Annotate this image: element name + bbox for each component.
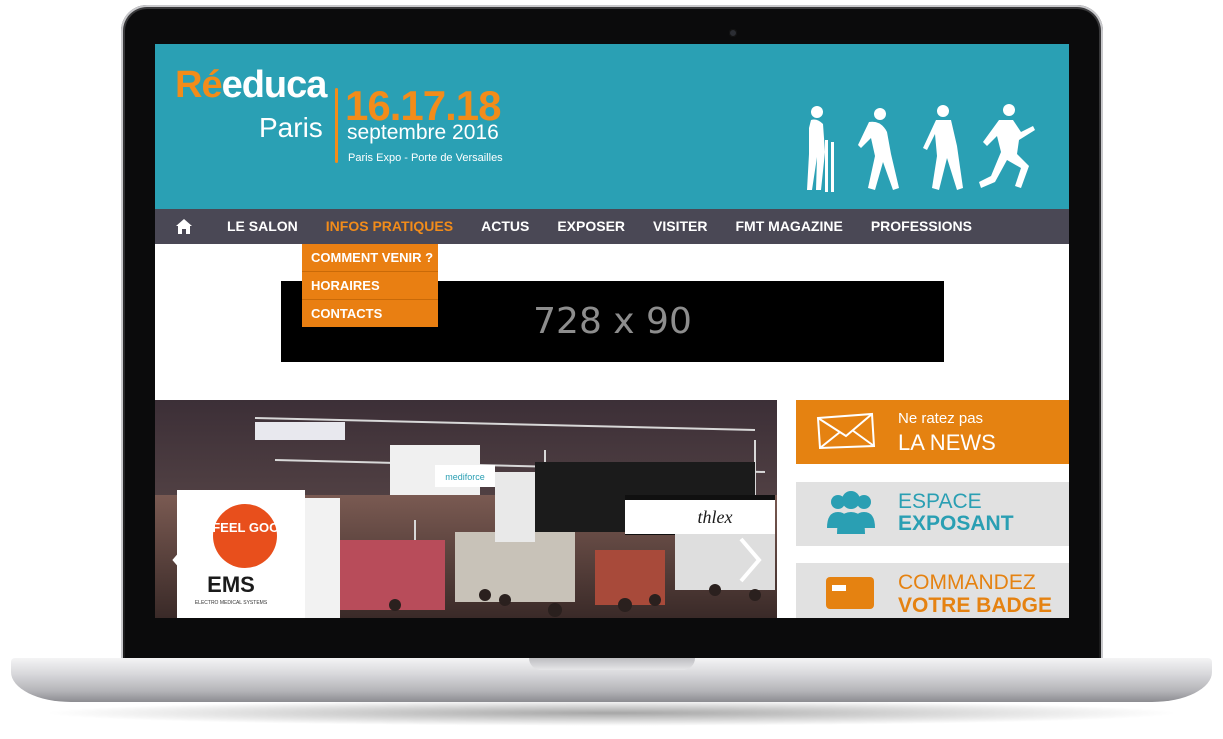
envelope-icon	[816, 412, 876, 450]
menu-item-contacts[interactable]: CONTACTS	[302, 300, 438, 327]
laptop-shadow	[40, 700, 1183, 726]
logo-wordmark: Réeduca	[175, 64, 327, 106]
camera-icon	[729, 29, 737, 37]
people-icon	[827, 491, 875, 534]
nav-fmt-magazine[interactable]: FMT MAGAZINE	[722, 209, 857, 244]
event-venue: Paris Expo - Porte de Versailles	[348, 152, 503, 164]
logo-divider	[335, 88, 338, 163]
slider-prev-icon[interactable]	[169, 535, 199, 585]
laptop-notch	[529, 658, 695, 670]
order-badge-line2: VOTRE BADGE	[898, 594, 1053, 617]
slider-sign-athlex: thlex	[698, 507, 733, 527]
image-slider[interactable]: “ I FEEL GOOD” EMS ELECTRO MEDICAL SYSTE…	[155, 400, 777, 618]
newsletter-subtitle: Ne ratez pas	[898, 410, 984, 427]
nav-professions[interactable]: PROFESSIONS	[857, 209, 986, 244]
slider-sign-feel-good: “ I FEEL GOOD”	[195, 520, 295, 535]
menu-item-comment-venir[interactable]: COMMENT VENIR ?	[302, 244, 438, 272]
menu-item-horaires[interactable]: HORAIRES	[302, 272, 438, 300]
site-header: Réeduca Paris 16.17.18 septembre 2016 Pa…	[155, 44, 1069, 209]
exhibitor-space-line1: ESPACE	[898, 490, 982, 513]
slider-sign-mediforce: mediforce	[445, 472, 485, 482]
badge-card-icon	[826, 577, 874, 609]
order-badge-panel[interactable]: COMMANDEZ VOTRE BADGE	[796, 563, 1069, 618]
nav-le-salon[interactable]: LE SALON	[213, 209, 312, 244]
newsletter-title: LA NEWS	[898, 430, 996, 455]
walking-figures-icon	[807, 104, 1035, 192]
nav-infos-pratiques[interactable]: INFOS PRATIQUES	[312, 209, 467, 244]
ad-banner-label: 728 x 90	[533, 301, 692, 342]
home-icon	[176, 219, 192, 234]
slider-sign-ems: EMS	[207, 572, 255, 597]
nav-visiter[interactable]: VISITER	[639, 209, 721, 244]
nav-actus[interactable]: ACTUS	[467, 209, 543, 244]
nav-exposer[interactable]: EXPOSER	[543, 209, 639, 244]
infos-dropdown-menu: COMMENT VENIR ? HORAIRES CONTACTS	[302, 244, 438, 327]
exhibition-photo: “ I FEEL GOOD” EMS ELECTRO MEDICAL SYSTE…	[155, 400, 777, 618]
exhibitor-space-panel[interactable]: ESPACE EXPOSANT	[796, 482, 1069, 546]
order-badge-line1: COMMANDEZ	[898, 571, 1036, 594]
main-nav: LE SALON INFOS PRATIQUES ACTUS EXPOSER V…	[155, 209, 1069, 244]
event-month: septembre 2016	[347, 121, 499, 144]
home-button[interactable]	[155, 209, 213, 244]
site-logo[interactable]: Réeduca Paris	[175, 64, 335, 154]
slider-next-icon[interactable]	[735, 535, 765, 585]
slider-sign-ems-sub: ELECTRO MEDICAL SYSTEMS	[195, 600, 268, 606]
newsletter-panel[interactable]: Ne ratez pas LA NEWS	[796, 400, 1069, 464]
exhibitor-space-line2: EXPOSANT	[898, 512, 1014, 535]
logo-paris: Paris	[259, 112, 323, 143]
website-screen: Réeduca Paris 16.17.18 septembre 2016 Pa…	[155, 44, 1069, 618]
